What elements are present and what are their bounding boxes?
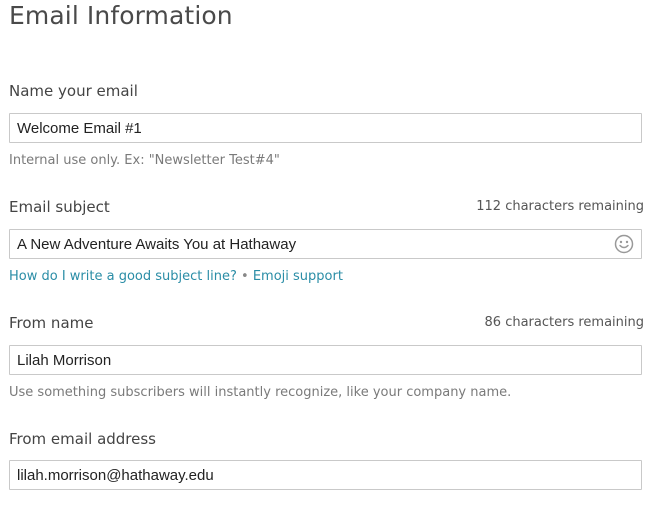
from-name-input[interactable]	[10, 346, 597, 374]
from-email-input-box[interactable]	[9, 460, 642, 490]
from-name-input-box[interactable]	[9, 345, 642, 375]
email-name-input[interactable]	[10, 114, 597, 142]
subject-help-links: How do I write a good subject line? • Em…	[9, 269, 343, 284]
email-subject-input-box[interactable]	[9, 229, 642, 259]
email-name-label: Name your email	[9, 82, 138, 100]
from-name-label: From name	[9, 314, 94, 332]
email-name-input-box[interactable]	[9, 113, 642, 143]
smiley-face-icon[interactable]	[614, 234, 634, 254]
subject-line-help-link[interactable]: How do I write a good subject line?	[9, 269, 237, 284]
from-name-char-counter: 86 characters remaining	[484, 315, 644, 330]
email-subject-label: Email subject	[9, 198, 110, 216]
email-name-help: Internal use only. Ex: "Newsletter Test#…	[9, 153, 280, 168]
subject-char-counter: 112 characters remaining	[476, 199, 644, 214]
email-subject-input[interactable]	[10, 230, 597, 258]
from-email-input[interactable]	[10, 461, 597, 489]
page-title: Email Information	[9, 1, 233, 30]
from-email-label: From email address	[9, 430, 156, 448]
link-separator: •	[241, 269, 249, 284]
emoji-support-link[interactable]: Emoji support	[253, 269, 343, 284]
from-name-help: Use something subscribers will instantly…	[9, 385, 512, 400]
